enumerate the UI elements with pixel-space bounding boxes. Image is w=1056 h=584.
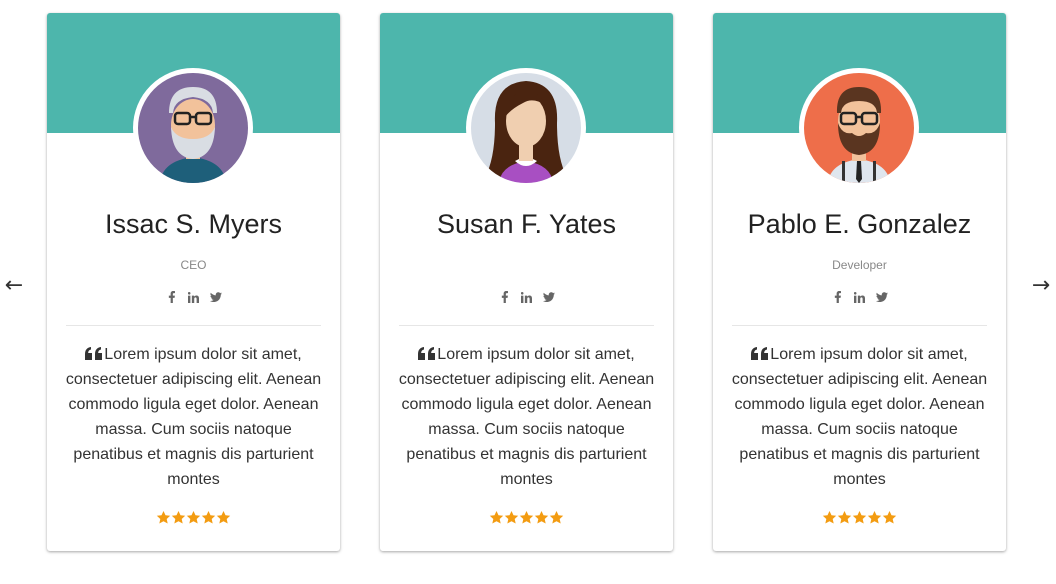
star-icon — [201, 510, 216, 524]
person-role: Developer — [832, 258, 887, 272]
star-icon — [549, 510, 564, 524]
star-icon — [504, 510, 519, 524]
person-name: Susan F. Yates — [436, 209, 617, 239]
star-icon — [216, 510, 231, 524]
quote-icon — [751, 347, 769, 360]
social-links — [47, 290, 340, 304]
star-rating — [380, 510, 673, 525]
carousel-next-arrow[interactable]: → — [1027, 270, 1055, 300]
card-divider — [66, 325, 321, 326]
quote-text: Lorem ipsum dolor sit amet, consectetuer… — [398, 346, 655, 488]
old-man-avatar — [138, 73, 248, 183]
social-links — [380, 290, 673, 304]
social-links — [713, 290, 1006, 304]
person-name: Pablo E. Gonzalez — [747, 209, 972, 239]
star-icon — [186, 510, 201, 524]
avatar-frame — [133, 68, 253, 188]
star-icon — [171, 510, 186, 524]
testimonial-card: Pablo E. Gonzalez Developer Lorem ipsum … — [713, 13, 1006, 551]
facebook-icon[interactable] — [165, 290, 179, 304]
star-icon — [534, 510, 549, 524]
card-divider — [732, 325, 987, 326]
carousel-prev-arrow[interactable]: ← — [0, 270, 28, 300]
linkedin-icon[interactable] — [853, 290, 867, 304]
star-icon — [867, 510, 882, 524]
quote-icon — [85, 347, 103, 360]
star-rating — [47, 510, 340, 525]
star-icon — [822, 510, 837, 524]
testimonial-quote: Lorem ipsum dolor sit amet, consectetuer… — [396, 342, 657, 492]
linkedin-icon[interactable] — [187, 290, 201, 304]
star-icon — [519, 510, 534, 524]
quote-text: Lorem ipsum dolor sit amet, consectetuer… — [731, 346, 988, 488]
quote-text: Lorem ipsum dolor sit amet, consectetuer… — [65, 346, 322, 488]
star-icon — [882, 510, 897, 524]
card-divider — [399, 325, 654, 326]
star-icon — [837, 510, 852, 524]
person-role: CEO — [180, 258, 207, 272]
twitter-icon[interactable] — [542, 290, 556, 304]
testimonial-card: Susan F. Yates Lorem ipsum dolor sit ame… — [380, 13, 673, 551]
facebook-icon[interactable] — [831, 290, 845, 304]
twitter-icon[interactable] — [875, 290, 889, 304]
person-name: Issac S. Myers — [104, 209, 283, 239]
star-icon — [489, 510, 504, 524]
testimonial-quote: Lorem ipsum dolor sit amet, consectetuer… — [729, 342, 990, 492]
bearded-man-avatar — [804, 73, 914, 183]
avatar-frame — [799, 68, 919, 188]
facebook-icon[interactable] — [498, 290, 512, 304]
star-icon — [156, 510, 171, 524]
star-rating — [713, 510, 1006, 525]
quote-icon — [418, 347, 436, 360]
avatar-frame — [466, 68, 586, 188]
testimonial-quote: Lorem ipsum dolor sit amet, consectetuer… — [63, 342, 324, 492]
linkedin-icon[interactable] — [520, 290, 534, 304]
woman-avatar — [471, 73, 581, 183]
twitter-icon[interactable] — [209, 290, 223, 304]
testimonial-card: Issac S. Myers CEO Lorem ipsum dolor sit… — [47, 13, 340, 551]
star-icon — [852, 510, 867, 524]
